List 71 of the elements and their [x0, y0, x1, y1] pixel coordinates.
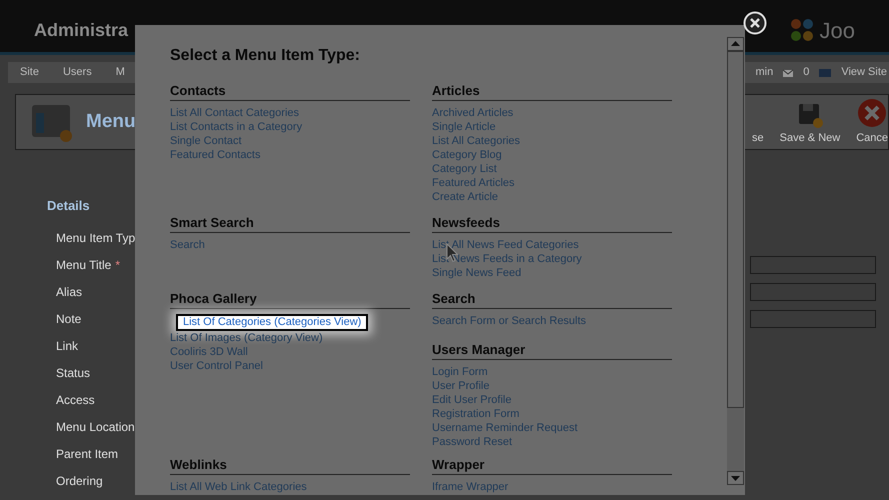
section-heading: Articles: [432, 83, 672, 101]
field-label: Ordering: [56, 472, 103, 490]
logo-text: Joo: [820, 16, 855, 44]
site-title: Administra: [34, 18, 128, 42]
field-label: Alias: [56, 284, 82, 300]
message-count: 0: [803, 65, 810, 80]
menu-type-link[interactable]: List All Contact Categories: [170, 106, 300, 120]
section-heading: Weblinks: [170, 457, 410, 475]
menu-type-link[interactable]: Edit User Profile: [432, 393, 512, 407]
cancel-icon: [857, 98, 888, 128]
menu-type-link[interactable]: List All Categories: [432, 134, 520, 148]
toolbar-button[interactable]: se: [752, 130, 764, 146]
menu-type-link[interactable]: Search: [170, 238, 205, 252]
menu-type-link[interactable]: Login Form: [432, 365, 488, 379]
menu-type-link[interactable]: List Contacts in a Category: [170, 120, 302, 134]
menu-type-link[interactable]: Search Form or Search Results: [432, 314, 586, 328]
menu-type-link[interactable]: Category Blog: [432, 148, 502, 162]
menu-item[interactable]: Users: [62, 64, 92, 81]
menu-type-link[interactable]: User Control Panel: [170, 359, 263, 373]
section-heading: Wrapper: [432, 457, 672, 475]
menu-type-link[interactable]: Archived Articles: [432, 106, 514, 120]
toolbar-button[interactable]: Cance: [856, 98, 888, 146]
section-heading: Search: [432, 291, 672, 309]
field-label: Status: [56, 364, 90, 382]
menu-type-link[interactable]: List All Web Link Categories: [170, 480, 307, 494]
text-input[interactable]: [750, 282, 876, 300]
menu-type-link[interactable]: Create Article: [432, 190, 498, 204]
section-heading: Phoca Gallery: [170, 291, 410, 309]
field-label: Parent Item: [56, 446, 118, 462]
details-legend: Details: [47, 198, 90, 213]
section-heading: Users Manager: [432, 342, 672, 360]
monitor-icon: [818, 68, 832, 78]
menu-type-link[interactable]: User Profile: [432, 379, 490, 393]
scroll-down-icon[interactable]: [727, 471, 744, 485]
menu-type-link[interactable]: Single Contact: [170, 134, 242, 148]
view-site-link[interactable]: View Site: [841, 64, 887, 81]
user-label: min: [755, 65, 774, 80]
menu-type-link[interactable]: Featured Articles: [432, 176, 515, 190]
modal-title: Select a Menu Item Type:: [170, 46, 361, 66]
menu-type-link[interactable]: Single News Feed: [432, 266, 522, 280]
menu-type-link[interactable]: List Of Images (Category View): [170, 331, 323, 345]
scrollbar[interactable]: [727, 37, 744, 485]
required-mark: *: [115, 256, 120, 274]
text-input[interactable]: [750, 310, 876, 328]
floppy-disk-icon: [796, 102, 823, 128]
field-label: Menu Title: [56, 256, 112, 274]
field-label: Access: [56, 392, 95, 408]
menu-type-link[interactable]: Featured Contacts: [170, 148, 260, 162]
scroll-thumb[interactable]: [727, 51, 744, 408]
menu-type-link[interactable]: List Of Categories (Categories View): [176, 314, 368, 331]
menu-type-link[interactable]: Iframe Wrapper: [432, 480, 508, 494]
field-label: Menu Item Typ: [56, 230, 136, 246]
text-input[interactable]: [750, 256, 876, 274]
menu-type-link[interactable]: Username Reminder Request: [432, 421, 578, 435]
menu-item[interactable]: Site: [20, 64, 39, 81]
section-heading: Newsfeeds: [432, 215, 672, 233]
menu-item[interactable]: M: [116, 64, 125, 81]
toolbar-button[interactable]: Save & New: [780, 102, 840, 146]
field-label: Menu Location: [56, 418, 135, 436]
page-title: Menu: [86, 110, 136, 134]
menu-type-link[interactable]: Password Reset: [432, 435, 512, 449]
menu-type-link[interactable]: Registration Form: [432, 407, 520, 421]
section-heading: Contacts: [170, 83, 410, 101]
scroll-up-icon[interactable]: [727, 37, 744, 51]
field-label: Note: [56, 310, 82, 328]
menu-type-link[interactable]: Cooliris 3D Wall: [170, 345, 248, 359]
menu-type-link[interactable]: Single Article: [432, 120, 496, 134]
menu-type-link[interactable]: Category List: [432, 162, 497, 176]
section-heading: Smart Search: [170, 215, 410, 233]
mail-icon: [782, 68, 794, 78]
field-label: Link: [56, 338, 78, 354]
